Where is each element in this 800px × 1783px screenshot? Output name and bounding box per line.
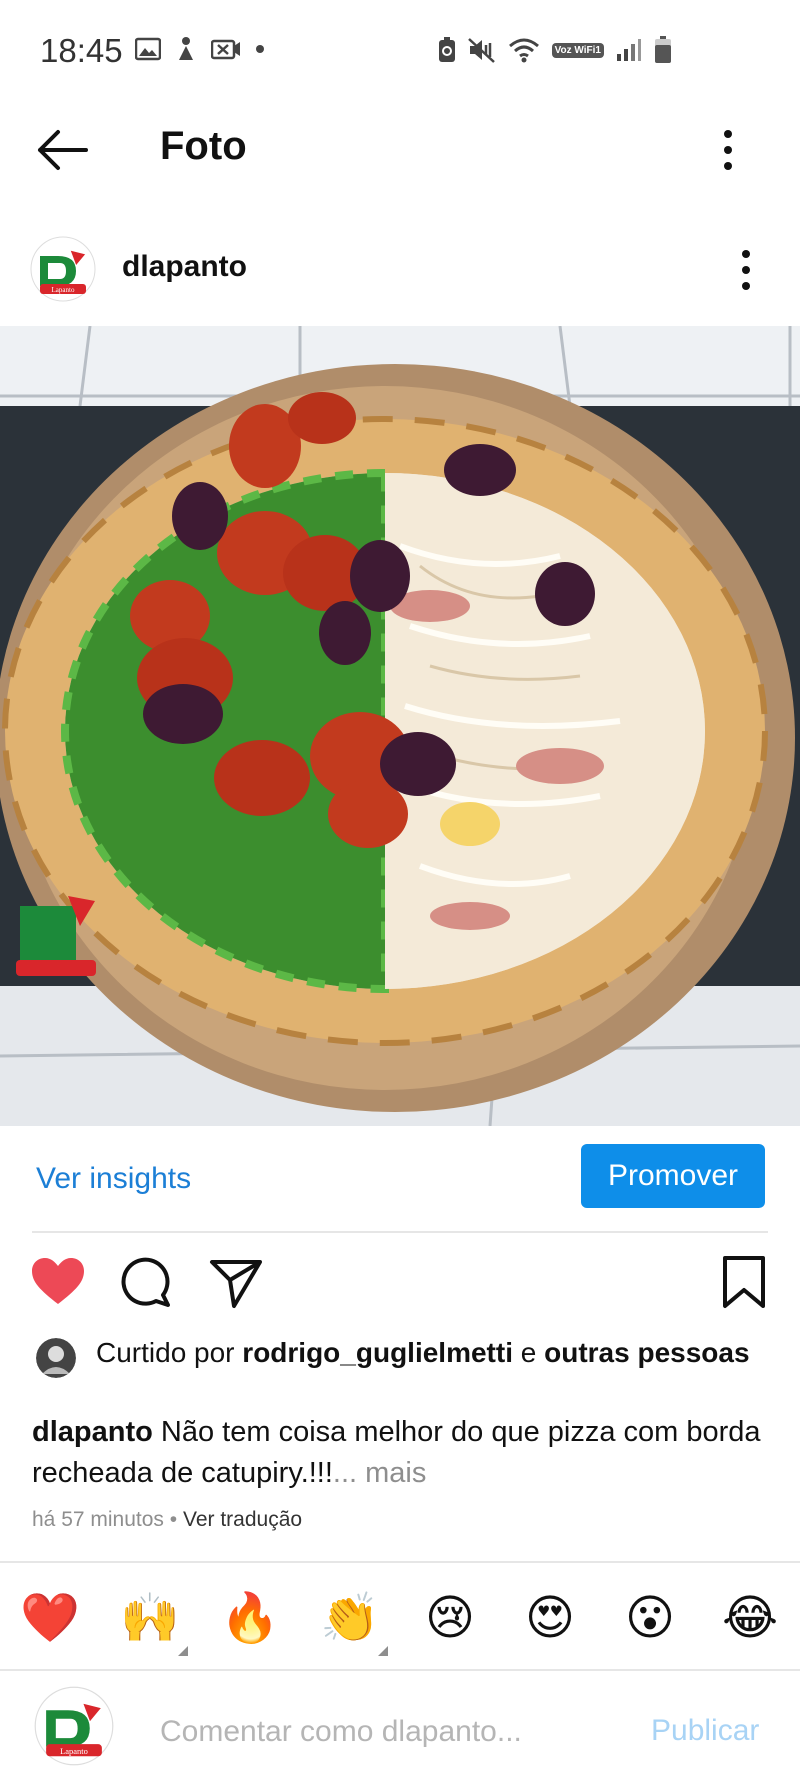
signal-icon <box>617 39 641 61</box>
emoji-surprised-face[interactable]: 😮 <box>620 1588 680 1648</box>
post-caption: dlapanto Não tem coisa melhor do que piz… <box>32 1412 772 1494</box>
battery-saver-icon <box>438 37 455 62</box>
bookmark-icon[interactable] <box>716 1254 772 1310</box>
page-title: Foto <box>160 124 247 168</box>
post-photo[interactable] <box>0 326 800 1126</box>
status-left-icons <box>135 36 265 62</box>
like-heart-icon[interactable] <box>30 1254 86 1310</box>
liker-avatar[interactable] <box>36 1338 76 1378</box>
voz-wifi-icon: Voz WiFi1 <box>551 42 604 58</box>
post-timestamp: há 57 minutos <box>32 1508 164 1531</box>
mute-icon <box>467 38 495 63</box>
pizza-photo <box>0 326 800 1126</box>
pizzaria-logo-icon: Lapanto <box>34 1686 114 1766</box>
divider <box>0 1561 800 1563</box>
promote-button[interactable]: Promover <box>581 1144 765 1208</box>
publish-comment-button[interactable]: Publicar <box>651 1714 759 1748</box>
emoji-fire[interactable]: 🔥 <box>220 1588 280 1648</box>
emoji-heart-eyes[interactable]: 😍 <box>520 1588 580 1648</box>
divider <box>0 1669 800 1671</box>
emoji-clapping-hands[interactable]: 👏 <box>320 1588 380 1648</box>
author-avatar[interactable]: Lapanto <box>30 236 96 302</box>
top-bar <box>0 100 800 200</box>
status-bar: 18:45 Voz WiFi1 <box>0 0 800 100</box>
more-options-icon[interactable] <box>716 126 740 174</box>
post-username[interactable]: dlapanto <box>122 250 247 284</box>
battery-icon <box>655 36 671 63</box>
emoji-raising-hands[interactable]: 🙌 <box>120 1588 180 1648</box>
emoji-tears-of-joy[interactable]: 😂 <box>720 1588 780 1648</box>
svg-text:Lapanto: Lapanto <box>60 1746 88 1756</box>
status-right-icons: Voz WiFi1 <box>438 36 672 64</box>
liker-username[interactable]: rodrigo_guglielmetti <box>242 1337 513 1368</box>
skin-tone-indicator <box>378 1646 388 1656</box>
dot-icon <box>256 45 264 53</box>
gallery-icon <box>135 37 161 61</box>
likes-summary[interactable]: Curtido por rodrigo_guglielmetti e outra… <box>96 1334 756 1371</box>
caption-username[interactable]: dlapanto <box>32 1416 153 1448</box>
post-meta: há 57 minutos • Ver tradução <box>32 1508 302 1532</box>
back-arrow-icon[interactable] <box>34 126 90 174</box>
emoji-crying-face[interactable]: 😢 <box>420 1588 480 1648</box>
likes-others[interactable]: outras pessoas <box>544 1337 749 1368</box>
stickman-icon <box>179 37 193 60</box>
status-time: 18:45 <box>40 32 123 69</box>
skin-tone-indicator <box>178 1646 188 1656</box>
comment-bubble-icon[interactable] <box>118 1254 174 1310</box>
svg-text:Lapanto: Lapanto <box>52 286 75 294</box>
caption-more-link[interactable]: ... mais <box>333 1457 426 1489</box>
wifi-icon <box>508 38 539 63</box>
meta-separator: • <box>169 1508 178 1531</box>
camera-icon <box>211 39 240 60</box>
emoji-red-heart[interactable]: ❤️ <box>20 1588 80 1648</box>
view-insights-link[interactable]: Ver insights <box>36 1162 191 1196</box>
comment-input[interactable] <box>158 1710 582 1754</box>
commenter-avatar: Lapanto <box>34 1686 114 1766</box>
see-translation-link[interactable]: Ver tradução <box>183 1508 302 1531</box>
likes-prefix: Curtido por <box>96 1337 235 1368</box>
pizzaria-logo-icon: Lapanto <box>30 236 96 302</box>
divider <box>32 1231 768 1233</box>
post-more-options-icon[interactable] <box>734 246 758 294</box>
share-paper-plane-icon[interactable] <box>208 1254 264 1310</box>
likes-connector: e <box>520 1337 537 1368</box>
liker-avatar-image <box>36 1338 76 1378</box>
post-header <box>0 226 800 310</box>
